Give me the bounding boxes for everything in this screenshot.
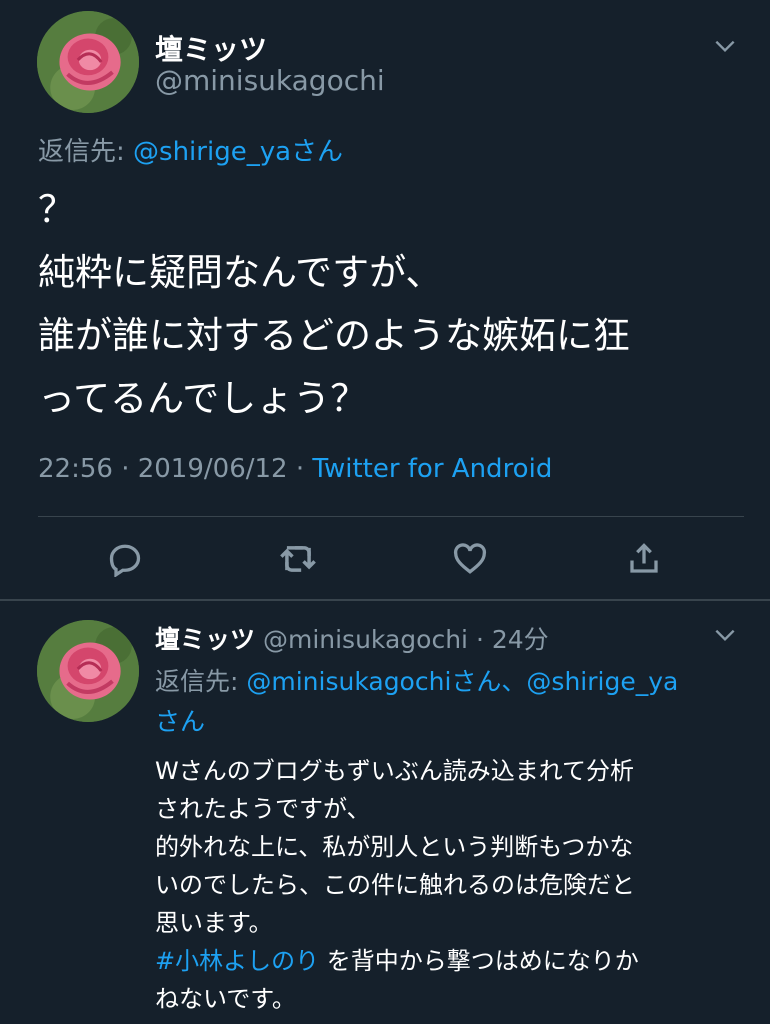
reply-to-link[interactable]: @shirige_ya [526, 667, 678, 696]
avatar[interactable] [37, 620, 139, 722]
tweet-text: ？ 純粋に疑問なんですが、 誰が誰に対するどのような嫉妬に狂 ってるんでしょう？ [38, 178, 630, 430]
source-link[interactable]: Twitter for Android [312, 454, 552, 484]
chevron-down-icon[interactable] [712, 622, 738, 648]
timestamp[interactable]: 22:56 · 2019/06/12 · [38, 454, 312, 484]
hashtag-link[interactable]: #小林よしのり [155, 947, 319, 975]
heart-icon [453, 543, 487, 574]
reply-suffix: さん [155, 707, 206, 736]
display-name[interactable]: 壇ミッツ [155, 625, 255, 654]
chevron-down-icon[interactable] [712, 33, 738, 59]
share-icon [630, 543, 658, 573]
rose-avatar-image [37, 620, 139, 722]
tweet-line: #小林よしのり を背中から撃つはめになりか [155, 942, 745, 980]
reply-to-line: 返信先: @minisukagochiさん、@shirige_ya さん [155, 662, 730, 742]
tweet-line: ってるんでしょう？ [38, 377, 368, 420]
like-button[interactable] [446, 535, 494, 583]
reply-to-line: 返信先: @shirige_yaさん [38, 131, 343, 168]
reply-to-link[interactable]: @shirige_ya [133, 137, 291, 167]
divider [38, 516, 744, 517]
display-name[interactable]: 壇ミッツ [155, 28, 267, 68]
tweet-text-segment: を背中から撃つはめになりか [319, 947, 639, 975]
reply-button[interactable] [101, 535, 149, 583]
tweet-line: ？ [38, 188, 75, 231]
handle[interactable]: @minisukagochi [263, 625, 468, 654]
reply-prefix: 返信先: [38, 137, 134, 167]
tweet-line: 純粋に疑問なんですが、 [38, 251, 443, 294]
relative-time[interactable]: · 24分 [468, 625, 549, 654]
reply-to-link[interactable]: @minisukagochi [246, 667, 451, 696]
avatar[interactable] [37, 11, 139, 113]
section-divider [0, 599, 770, 601]
share-button[interactable] [620, 535, 668, 583]
tweet-line: 的外れな上に、私が別人という判断もつかな [155, 833, 634, 861]
tweet-line: 思います。 [155, 909, 273, 937]
rose-avatar-image [37, 11, 139, 113]
handle[interactable]: @minisukagochi [155, 64, 385, 97]
tweet-line: 誰が誰に対するどのような嫉妬に狂 [38, 314, 630, 357]
tweet-line: Wさんのブログもずいぶん読み込まれて分析 [155, 757, 635, 785]
retweet-button[interactable] [274, 535, 322, 583]
tweet-line: されたようですが、 [155, 795, 371, 823]
retweet-icon [280, 546, 316, 572]
timestamp-line: 22:56 · 2019/06/12 · Twitter for Android [38, 454, 552, 484]
reply-prefix: 返信先: [155, 667, 247, 696]
tweet-line: ねないです。 [155, 985, 296, 1013]
reply-icon [109, 544, 141, 577]
reply-suffix: さん [291, 137, 344, 167]
tweet-line: いのでしたら、この件に触れるのは危険だと [155, 871, 635, 899]
reply-header: 壇ミッツ @minisukagochi · 24分 [155, 620, 549, 656]
reply-text: Wさんのブログもずいぶん読み込まれて分析 されたようですが、 的外れな上に、私が… [155, 752, 745, 1018]
reply-separator: さん、 [451, 667, 527, 696]
